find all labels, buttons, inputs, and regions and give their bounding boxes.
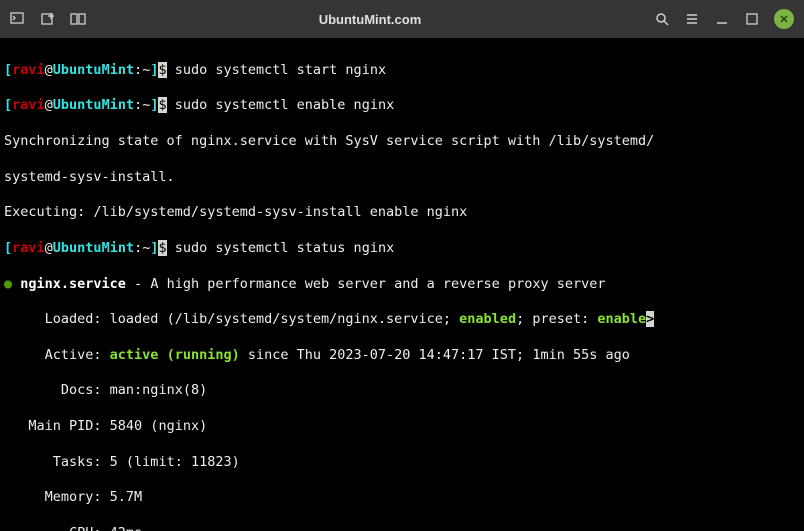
command-text: sudo systemctl enable nginx	[167, 97, 395, 113]
service-name: nginx.service	[12, 276, 126, 292]
pid-line: Main PID: 5840 (nginx)	[4, 418, 800, 436]
prompt-at: @	[45, 62, 53, 78]
field-label: Memory:	[4, 489, 110, 505]
field-label: Docs:	[4, 382, 110, 398]
prompt-at: @	[45, 97, 53, 113]
status-bullet-icon: ●	[4, 276, 12, 292]
maximize-icon[interactable]	[744, 11, 760, 27]
prompt-path: :~	[134, 97, 150, 113]
minimize-icon[interactable]	[714, 11, 730, 27]
active-state: active (running)	[110, 347, 240, 363]
field-label: CPU:	[4, 525, 110, 531]
window-title: UbuntuMint.com	[86, 12, 654, 27]
output-line: Executing: /lib/systemd/systemd-sysv-ins…	[4, 204, 800, 222]
prompt-user: ravi	[12, 62, 45, 78]
tasks-line: Tasks: 5 (limit: 11823)	[4, 454, 800, 472]
field-value: 42ms	[110, 525, 143, 531]
prompt-path: :~	[134, 62, 150, 78]
field-value: 5840 (nginx)	[110, 418, 208, 434]
active-since: since Thu 2023-07-20 14:47:17 IST; 1min …	[240, 347, 630, 363]
close-icon[interactable]	[774, 9, 794, 29]
field-label: Tasks:	[4, 454, 110, 470]
prompt-host: UbuntuMint	[53, 97, 134, 113]
bracket: [	[4, 97, 12, 113]
field-value: man:nginx(8)	[110, 382, 208, 398]
bracket: [	[4, 62, 12, 78]
prompt-end: $	[158, 97, 166, 113]
field-value: loaded (/lib/systemd/system/nginx.servic…	[110, 311, 460, 327]
titlebar: UbuntuMint.com	[0, 0, 804, 38]
service-header: ● nginx.service - A high performance web…	[4, 276, 800, 294]
prompt-end: $	[158, 240, 166, 256]
loaded-line: Loaded: loaded (/lib/systemd/system/ngin…	[4, 311, 800, 329]
field-label: Active:	[4, 347, 110, 363]
split-icon[interactable]	[70, 11, 86, 27]
prompt-host: UbuntuMint	[53, 62, 134, 78]
menu-icon[interactable]	[684, 11, 700, 27]
titlebar-right-controls	[654, 9, 794, 29]
field-value: ; preset:	[516, 311, 597, 327]
command-text: sudo systemctl status nginx	[167, 240, 395, 256]
output-line: Synchronizing state of nginx.service wit…	[4, 133, 800, 151]
prompt-end: $	[158, 62, 166, 78]
overflow-indicator: >	[646, 311, 654, 327]
memory-line: Memory: 5.7M	[4, 489, 800, 507]
prompt-user: ravi	[12, 240, 45, 256]
prompt-host: UbuntuMint	[53, 240, 134, 256]
prompt-path: :~	[134, 240, 150, 256]
active-line: Active: active (running) since Thu 2023-…	[4, 347, 800, 365]
service-desc: - A high performance web server and a re…	[126, 276, 606, 292]
field-value: 5 (limit: 11823)	[110, 454, 240, 470]
terminal-output[interactable]: [ravi@UbuntuMint:~]$ sudo systemctl star…	[0, 38, 804, 531]
docs-line: Docs: man:nginx(8)	[4, 382, 800, 400]
command-text: sudo systemctl start nginx	[167, 62, 386, 78]
preset-state: enable	[597, 311, 646, 327]
prompt-user: ravi	[12, 97, 45, 113]
titlebar-left-controls	[10, 11, 86, 27]
prompt-line-3: [ravi@UbuntuMint:~]$ sudo systemctl stat…	[4, 240, 800, 258]
field-value: 5.7M	[110, 489, 143, 505]
cpu-line: CPU: 42ms	[4, 525, 800, 531]
search-icon[interactable]	[654, 11, 670, 27]
bracket: [	[4, 240, 12, 256]
new-terminal-icon[interactable]	[10, 11, 26, 27]
prompt-line-1: [ravi@UbuntuMint:~]$ sudo systemctl star…	[4, 62, 800, 80]
output-line: systemd-sysv-install.	[4, 169, 800, 187]
new-tab-icon[interactable]	[40, 11, 56, 27]
field-label: Main PID:	[4, 418, 110, 434]
prompt-at: @	[45, 240, 53, 256]
field-label: Loaded:	[4, 311, 110, 327]
prompt-line-2: [ravi@UbuntuMint:~]$ sudo systemctl enab…	[4, 97, 800, 115]
enabled-state: enabled	[459, 311, 516, 327]
